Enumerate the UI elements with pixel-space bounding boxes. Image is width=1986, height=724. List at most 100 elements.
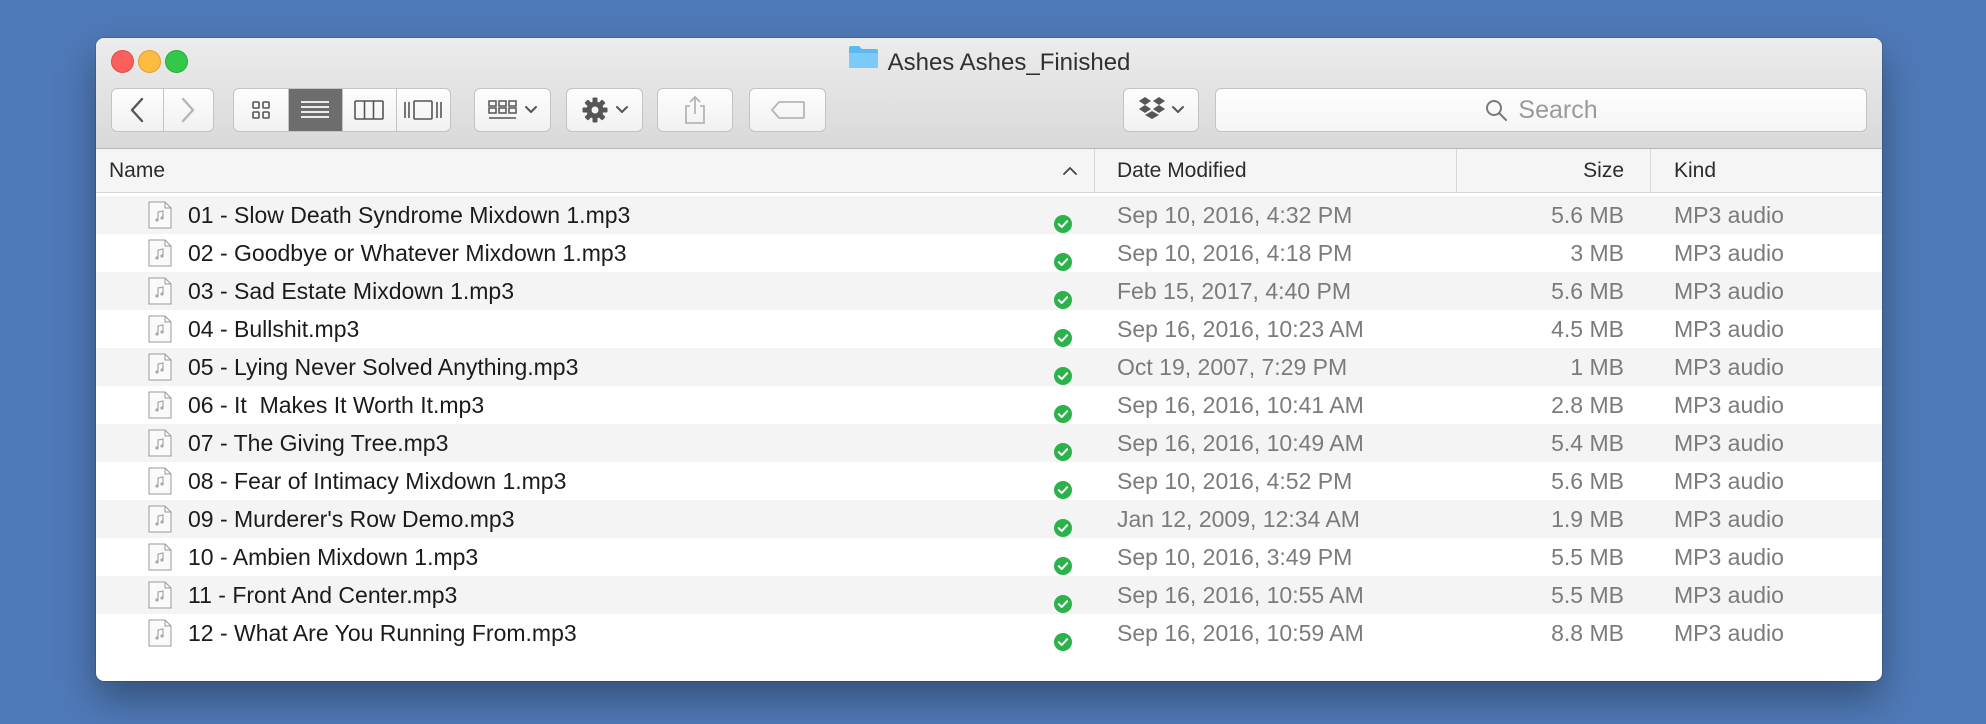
file-row[interactable]: 09 - Murderer's Row Demo.mp3 Jan 12, 2009… (96, 500, 1882, 538)
file-date-modified: Feb 15, 2017, 4:40 PM (1117, 278, 1351, 304)
audio-file-icon (148, 277, 172, 305)
file-date-modified: Sep 10, 2016, 4:32 PM (1117, 202, 1353, 228)
file-name: 09 - Murderer's Row Demo.mp3 (188, 506, 515, 532)
file-date-modified: Sep 16, 2016, 10:59 AM (1117, 620, 1364, 646)
file-kind: MP3 audio (1674, 354, 1784, 380)
sync-status-check-icon (1054, 548, 1072, 575)
file-name: 04 - Bullshit.mp3 (188, 316, 360, 342)
column-divider[interactable] (1650, 149, 1651, 192)
sync-status-check-icon (1054, 510, 1072, 537)
audio-file-icon (148, 543, 172, 571)
file-date-modified: Sep 16, 2016, 10:55 AM (1117, 582, 1364, 608)
sync-status-check-icon (1054, 320, 1072, 347)
file-date-modified: Sep 16, 2016, 10:23 AM (1117, 316, 1364, 342)
file-size: 8.8 MB (1551, 620, 1624, 646)
cover-flow-view-button[interactable] (395, 89, 451, 131)
column-header-name[interactable]: Name (109, 149, 165, 192)
file-list: 01 - Slow Death Syndrome Mixdown 1.mp3 Se… (96, 196, 1882, 652)
sort-ascending-icon[interactable] (1062, 149, 1078, 192)
file-size: 5.5 MB (1551, 544, 1624, 570)
file-row[interactable]: 05 - Lying Never Solved Anything.mp3 Oct … (96, 348, 1882, 386)
title-bar: Ashes Ashes_Finished Search (96, 38, 1882, 149)
column-divider[interactable] (1456, 149, 1457, 192)
chevron-down-icon (615, 106, 628, 113)
file-name: 05 - Lying Never Solved Anything.mp3 (188, 354, 579, 380)
file-name: 08 - Fear of Intimacy Mixdown 1.mp3 (188, 468, 567, 494)
sync-status-check-icon (1054, 282, 1072, 309)
audio-file-icon (148, 315, 172, 343)
sync-status-check-icon (1054, 244, 1072, 271)
icon-view-icon (251, 101, 270, 119)
file-kind: MP3 audio (1674, 506, 1784, 532)
file-size: 1.9 MB (1551, 506, 1624, 532)
column-header-kind[interactable]: Kind (1674, 149, 1716, 192)
file-date-modified: Sep 10, 2016, 4:52 PM (1117, 468, 1353, 494)
icon-view-button[interactable] (234, 89, 288, 131)
file-row[interactable]: 11 - Front And Center.mp3 Sep 16, 2016, 1… (96, 576, 1882, 614)
share-button[interactable] (657, 88, 733, 132)
file-date-modified: Sep 16, 2016, 10:49 AM (1117, 430, 1364, 456)
forward-button[interactable] (162, 89, 214, 131)
file-name: 02 - Goodbye or Whatever Mixdown 1.mp3 (188, 240, 627, 266)
column-view-button[interactable] (342, 89, 396, 131)
file-name: 07 - The Giving Tree.mp3 (188, 430, 449, 456)
file-date-modified: Sep 16, 2016, 10:41 AM (1117, 392, 1364, 418)
file-row[interactable]: 04 - Bullshit.mp3 Sep 16, 2016, 10:23 AM 4… (96, 310, 1882, 348)
file-name: 01 - Slow Death Syndrome Mixdown 1.mp3 (188, 202, 631, 228)
cover-flow-view-icon (404, 100, 443, 120)
sync-status-check-icon (1054, 586, 1072, 613)
action-button[interactable] (566, 88, 643, 132)
file-kind: MP3 audio (1674, 430, 1784, 456)
file-name: 10 - Ambien Mixdown 1.mp3 (188, 544, 479, 570)
forward-icon (182, 97, 195, 123)
file-kind: MP3 audio (1674, 202, 1784, 228)
chevron-down-icon (524, 106, 537, 113)
dropbox-icon (1139, 97, 1165, 119)
file-row[interactable]: 10 - Ambien Mixdown 1.mp3 Sep 10, 2016, 3… (96, 538, 1882, 576)
column-divider[interactable] (1094, 149, 1095, 192)
file-row[interactable]: 08 - Fear of Intimacy Mixdown 1.mp3 Sep 1… (96, 462, 1882, 500)
column-header: Name Date Modified Size Kind (96, 149, 1882, 193)
file-size: 5.6 MB (1551, 468, 1624, 494)
file-name: 12 - What Are You Running From.mp3 (188, 620, 577, 646)
file-size: 1 MB (1570, 354, 1624, 380)
group-by-button[interactable] (474, 88, 551, 132)
file-row[interactable]: 03 - Sad Estate Mixdown 1.mp3 Feb 15, 201… (96, 272, 1882, 310)
window-title: Ashes Ashes_Finished (887, 49, 1131, 76)
list-view-button[interactable] (287, 89, 342, 131)
file-size: 2.8 MB (1551, 392, 1624, 418)
file-row[interactable]: 12 - What Are You Running From.mp3 Sep 16… (96, 614, 1882, 652)
file-kind: MP3 audio (1674, 544, 1784, 570)
folder-icon (848, 44, 879, 80)
file-size: 3 MB (1570, 240, 1624, 266)
file-name: 11 - Front And Center.mp3 (188, 582, 458, 608)
file-kind: MP3 audio (1674, 582, 1784, 608)
file-row[interactable]: 02 - Goodbye or Whatever Mixdown 1.mp3 Se… (96, 234, 1882, 272)
dropbox-button[interactable] (1123, 88, 1199, 132)
file-row[interactable]: 07 - The Giving Tree.mp3 Sep 16, 2016, 10… (96, 424, 1882, 462)
column-header-size[interactable]: Size (1583, 149, 1624, 192)
sync-status-check-icon (1054, 206, 1072, 233)
file-size: 4.5 MB (1551, 316, 1624, 342)
back-button[interactable] (112, 89, 163, 131)
list-view-icon (301, 101, 330, 118)
file-date-modified: Jan 12, 2009, 12:34 AM (1117, 506, 1360, 532)
file-kind: MP3 audio (1674, 240, 1784, 266)
tags-button[interactable] (749, 88, 826, 132)
file-date-modified: Sep 10, 2016, 4:18 PM (1117, 240, 1353, 266)
file-date-modified: Sep 10, 2016, 3:49 PM (1117, 544, 1353, 570)
sync-status-check-icon (1054, 624, 1072, 651)
audio-file-icon (148, 201, 172, 229)
file-kind: MP3 audio (1674, 468, 1784, 494)
sync-status-check-icon (1054, 358, 1072, 385)
file-row[interactable]: 01 - Slow Death Syndrome Mixdown 1.mp3 Se… (96, 196, 1882, 234)
file-kind: MP3 audio (1674, 316, 1784, 342)
file-row[interactable]: 06 - It Makes It Worth It.mp3 Sep 16, 201… (96, 386, 1882, 424)
search-input[interactable]: Search (1215, 88, 1867, 132)
share-icon (685, 95, 705, 124)
group-by-icon (487, 100, 517, 119)
file-kind: MP3 audio (1674, 392, 1784, 418)
column-header-date-modified[interactable]: Date Modified (1117, 149, 1247, 192)
back-icon (131, 97, 144, 123)
search-icon (1486, 100, 1508, 121)
